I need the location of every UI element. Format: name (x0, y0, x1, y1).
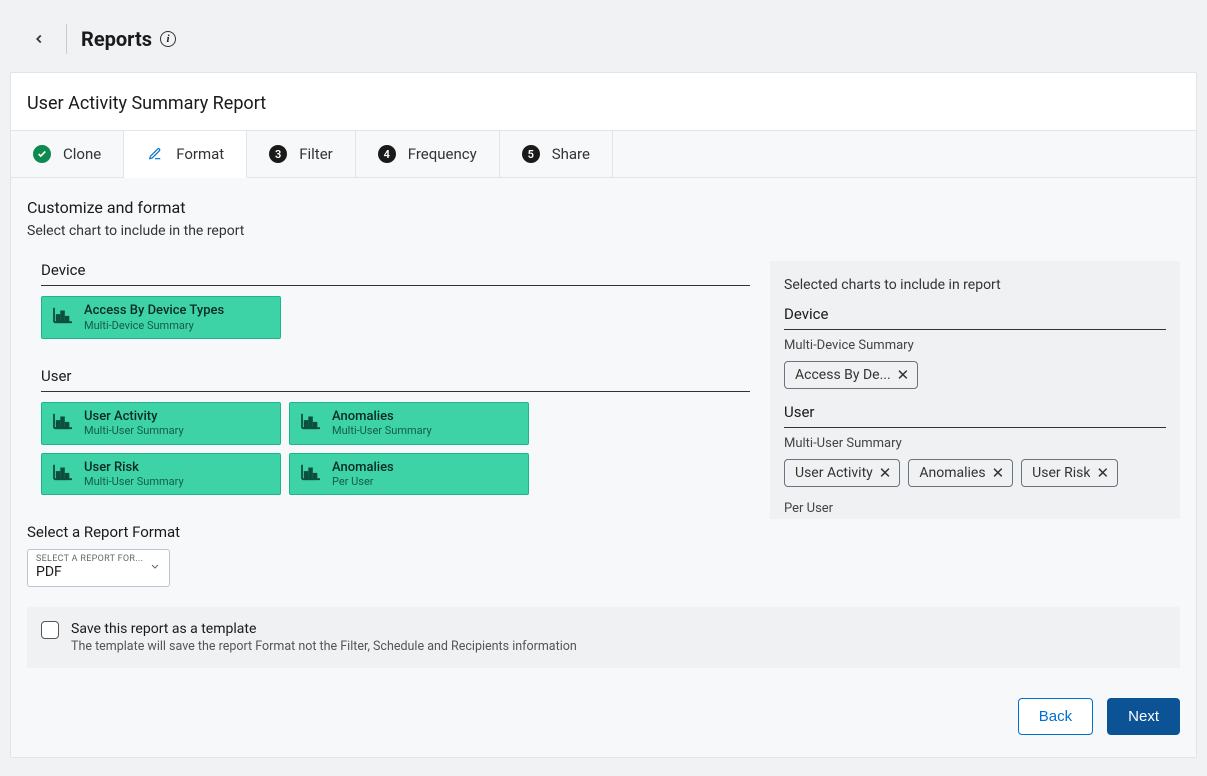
back-button[interactable]: Back (1018, 698, 1093, 735)
divider (66, 24, 67, 54)
close-icon[interactable]: ✕ (897, 366, 910, 384)
save-template-title: Save this report as a template (71, 621, 577, 637)
tile-title: Anomalies (332, 460, 394, 476)
tile-title: Access By Device Types (84, 303, 224, 319)
selected-group-device: Device (784, 305, 1166, 330)
selected-heading: Selected charts to include in report (784, 277, 1166, 293)
tile-title: User Risk (84, 460, 184, 476)
tile-title: Anomalies (332, 409, 432, 425)
chip: Anomalies ✕ (908, 459, 1013, 487)
step-number: 3 (269, 145, 287, 163)
tab-frequency[interactable]: 4 Frequency (356, 131, 500, 177)
info-icon[interactable]: i (160, 31, 176, 47)
tile-sub: Multi-User Summary (84, 424, 184, 437)
step-number: 4 (378, 145, 396, 163)
bar-chart-icon (52, 412, 74, 434)
chart-tile[interactable]: Anomalies Multi-User Summary (289, 402, 529, 445)
section-subheading: Select chart to include in the report (27, 223, 1180, 239)
format-label: Select a Report Format (27, 523, 1180, 541)
tab-clone[interactable]: Clone (11, 131, 124, 177)
tab-format[interactable]: Format (124, 131, 247, 178)
next-button[interactable]: Next (1107, 698, 1180, 735)
chart-tile[interactable]: User Risk Multi-User Summary (41, 453, 281, 496)
close-icon[interactable]: ✕ (1096, 464, 1109, 482)
format-select[interactable]: SELECT A REPORT FOR... PDF (27, 549, 170, 587)
tile-sub: Multi-User Summary (332, 424, 432, 437)
selected-subgroup: Multi-Device Summary (784, 338, 1166, 353)
tile-sub: Multi-User Summary (84, 475, 184, 488)
group-label-device: Device (41, 261, 750, 286)
tile-title: User Activity (84, 409, 184, 425)
chevron-down-icon (149, 561, 161, 576)
save-template-desc: The template will save the report Format… (71, 639, 577, 654)
chip: User Activity ✕ (784, 459, 900, 487)
chart-tile[interactable]: Access By Device Types Multi-Device Summ… (41, 296, 281, 339)
bar-chart-icon (52, 306, 74, 328)
section-heading: Customize and format (27, 198, 1180, 217)
page-title: Reports i (81, 27, 176, 51)
save-template-checkbox[interactable] (41, 621, 59, 639)
selected-subgroup: Per User (784, 501, 1166, 516)
group-label-user: User (41, 367, 750, 392)
chip: Access By De... ✕ (784, 361, 918, 389)
tile-sub: Multi-Device Summary (84, 319, 224, 332)
chip: User Risk ✕ (1021, 459, 1118, 487)
check-icon (33, 145, 51, 163)
bar-chart-icon (52, 463, 74, 485)
tab-filter[interactable]: 3 Filter (247, 131, 356, 177)
wizard-tabs: Clone Format 3 Filter 4 Frequency 5 Shar… (11, 130, 1196, 178)
close-icon[interactable]: ✕ (992, 464, 1005, 482)
tile-sub: Per User (332, 475, 394, 488)
chart-tile[interactable]: User Activity Multi-User Summary (41, 402, 281, 445)
chart-tile[interactable]: Anomalies Per User (289, 453, 529, 496)
report-title: User Activity Summary Report (11, 73, 1196, 130)
selected-subgroup: Multi-User Summary (784, 436, 1166, 451)
select-value: PDF (36, 564, 161, 580)
select-placeholder: SELECT A REPORT FOR... (36, 554, 161, 564)
step-number: 5 (522, 145, 540, 163)
back-icon[interactable] (26, 27, 52, 52)
pencil-icon (146, 145, 164, 163)
tab-share[interactable]: 5 Share (500, 131, 613, 177)
selected-group-user: User (784, 403, 1166, 428)
bar-chart-icon (300, 412, 322, 434)
close-icon[interactable]: ✕ (879, 464, 892, 482)
bar-chart-icon (300, 463, 322, 485)
